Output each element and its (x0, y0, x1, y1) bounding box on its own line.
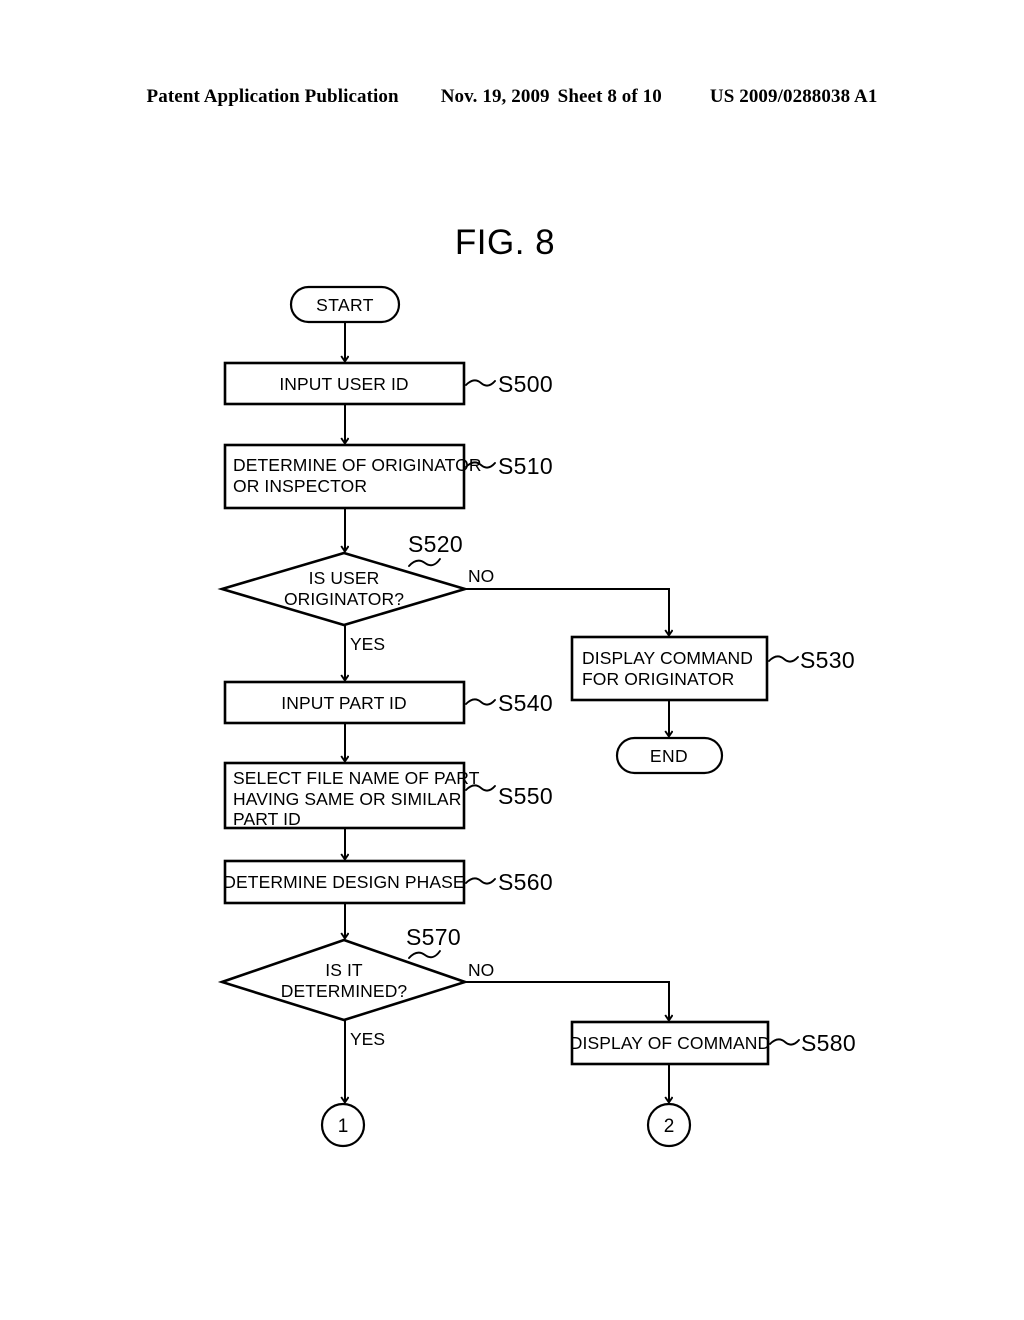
node-s530: DISPLAY COMMAND FOR ORIGINATOR S530 (570, 635, 855, 702)
s500-label: INPUT USER ID (279, 374, 408, 394)
s520-step-leader (408, 558, 441, 567)
s520-step-label: S520 (408, 531, 463, 557)
node-s540: INPUT PART ID S540 (223, 680, 553, 725)
node-s580: DISPLAY OF COMMAND S580 (570, 1020, 856, 1066)
start-label: START (316, 295, 374, 315)
connector2-label: 2 (664, 1116, 675, 1137)
s560-step-leader (465, 877, 496, 885)
node-s520: IS USER ORIGINATOR? S520 NO YES (217, 531, 494, 654)
s570-label-line1: IS IT (325, 960, 363, 980)
end-label: END (650, 746, 688, 766)
s540-step-label: S540 (498, 690, 553, 716)
s520-branch-yes-label: YES (350, 634, 385, 654)
s570-branch-no-label: NO (468, 960, 494, 980)
s540-step-leader (465, 698, 496, 706)
s530-step-label: S530 (800, 647, 855, 673)
s530-label-line1: DISPLAY COMMAND (582, 648, 753, 668)
figure-8-flowchart: FIG. 8 START INPUT USER ID S500 DETERMIN… (0, 0, 1024, 1320)
s570-step-leader (408, 950, 441, 959)
s560-step-label: S560 (498, 869, 553, 895)
s520-label-line2: ORIGINATOR? (284, 589, 404, 609)
s550-label-line3: PART ID (233, 809, 301, 829)
s550-label-line1: SELECT FILE NAME OF PART (233, 768, 480, 788)
connector-s570-no-to-s580 (465, 981, 669, 1020)
s570-branch-yes-label: YES (350, 1029, 385, 1049)
s580-step-label: S580 (801, 1030, 856, 1056)
s550-label-line2: HAVING SAME OR SIMILAR (233, 789, 461, 809)
s580-label: DISPLAY OF COMMAND (570, 1033, 771, 1053)
s520-branch-no-label: NO (468, 566, 494, 586)
node-connector2: 2 (646, 1102, 692, 1148)
node-s550: SELECT FILE NAME OF PART HAVING SAME OR … (223, 761, 553, 830)
s560-label: DETERMINE DESIGN PHASE (223, 872, 464, 892)
node-s560: DETERMINE DESIGN PHASE S560 (223, 859, 553, 905)
s570-diamond-shape (217, 938, 470, 1022)
node-connector1: 1 (320, 1102, 366, 1148)
s540-label: INPUT PART ID (281, 693, 406, 713)
figure-title: FIG. 8 (455, 223, 555, 262)
node-s570: IS IT DETERMINED? S570 NO YES (217, 924, 494, 1049)
s530-label-line2: FOR ORIGINATOR (582, 669, 734, 689)
s550-step-leader (465, 784, 496, 792)
s550-step-label: S550 (498, 783, 553, 809)
patent-page: Patent Application Publication Nov. 19, … (0, 0, 1024, 1320)
s570-step-label: S570 (406, 924, 461, 950)
s500-step-label: S500 (498, 371, 553, 397)
s510-step-label: S510 (498, 453, 553, 479)
node-end: END (615, 736, 724, 775)
s500-step-leader (465, 379, 496, 387)
s530-step-leader (768, 655, 799, 663)
s570-label-line2: DETERMINED? (281, 981, 408, 1001)
s520-label-line1: IS USER (309, 568, 380, 588)
connector-s520-no-to-s530 (465, 588, 669, 635)
s510-label-line2: OR INSPECTOR (233, 476, 367, 496)
s510-label-line1: DETERMINE OF ORIGINATOR (233, 455, 482, 475)
node-s510: DETERMINE OF ORIGINATOR OR INSPECTOR S51… (223, 443, 553, 510)
connector1-label: 1 (338, 1116, 349, 1137)
node-start: START (289, 285, 401, 324)
node-s500: INPUT USER ID S500 (223, 361, 553, 406)
s580-step-leader (769, 1038, 800, 1046)
